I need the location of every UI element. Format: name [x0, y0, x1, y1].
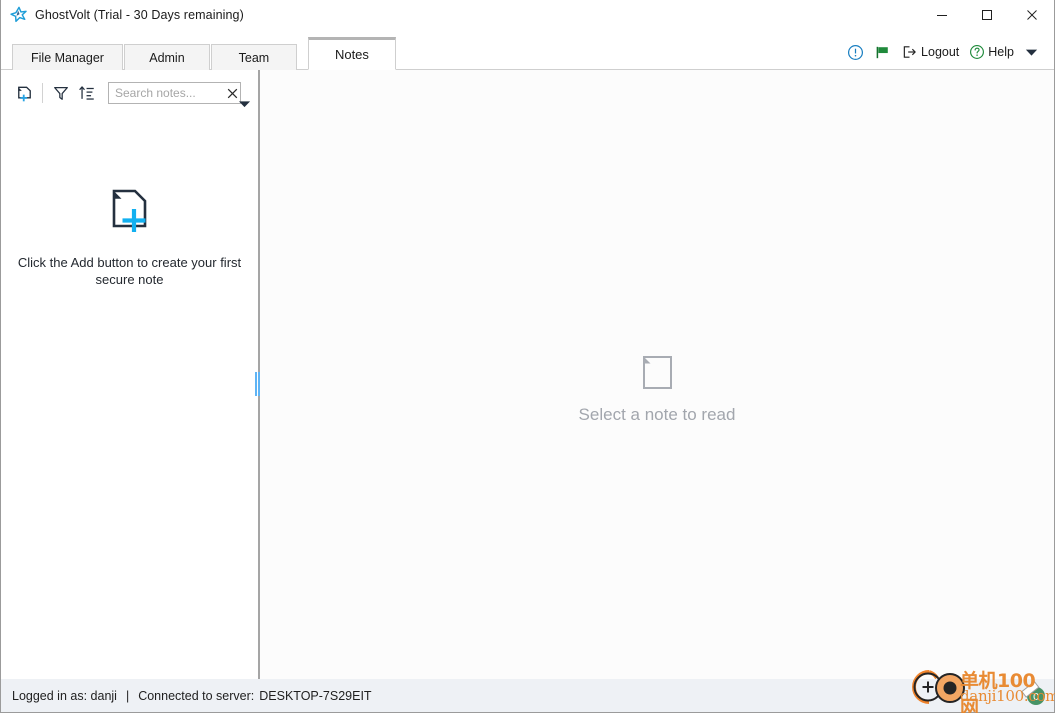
- help-button[interactable]: Help: [964, 42, 1019, 62]
- toolbar-divider: [42, 83, 43, 103]
- server-name: DESKTOP-7S29EIT: [259, 688, 372, 703]
- status-separator: |: [125, 688, 130, 703]
- svg-text:0: 0: [1033, 692, 1039, 703]
- reader-empty-state: Select a note to read: [260, 351, 1054, 425]
- notes-toolbar: [1, 70, 258, 116]
- sort-button[interactable]: [74, 80, 100, 106]
- filter-funnel-icon: [54, 86, 68, 100]
- window-controls: [919, 0, 1054, 29]
- note-page-icon: [643, 356, 672, 389]
- alert-button[interactable]: [842, 42, 869, 63]
- logout-button[interactable]: Logout: [896, 42, 964, 62]
- logout-icon: [903, 46, 916, 58]
- tab-file-manager[interactable]: File Manager: [12, 44, 123, 70]
- maximize-icon: [981, 9, 992, 20]
- help-circle-icon: [970, 45, 985, 59]
- alert-circle-icon: [848, 44, 864, 60]
- application-window: GhostVolt (Trial - 30 Days remaining) Fi…: [0, 0, 1055, 713]
- note-reader-panel: Select a note to read: [260, 70, 1054, 679]
- close-button[interactable]: [1009, 0, 1054, 29]
- sort-ascending-icon: [79, 86, 94, 100]
- tab-notes[interactable]: Notes: [307, 37, 396, 70]
- chevron-down-icon: [238, 101, 250, 108]
- logout-label: Logout: [921, 45, 960, 59]
- filter-button[interactable]: [48, 80, 74, 106]
- search-input[interactable]: [109, 86, 226, 100]
- header-overflow-button[interactable]: [1019, 44, 1044, 60]
- notes-empty-message: Click the Add button to create your firs…: [17, 255, 242, 287]
- close-icon: [1026, 9, 1037, 20]
- help-label: Help: [988, 45, 1014, 59]
- chevron-down-icon: [1025, 49, 1038, 56]
- tab-admin[interactable]: Admin: [123, 44, 210, 70]
- reader-empty-message: Select a note to read: [578, 405, 736, 424]
- tab-team[interactable]: Team: [210, 44, 297, 70]
- notes-sidebar: Click the Add button to create your firs…: [1, 70, 258, 679]
- search-box[interactable]: [108, 82, 241, 104]
- add-note-button[interactable]: [11, 80, 37, 106]
- content-area: Click the Add button to create your firs…: [1, 70, 1054, 679]
- title-bar: GhostVolt (Trial - 30 Days remaining): [1, 0, 1054, 29]
- minimize-icon: [936, 14, 947, 16]
- minimize-button[interactable]: [919, 0, 964, 29]
- window-title: GhostVolt (Trial - 30 Days remaining): [35, 7, 244, 22]
- add-note-icon: [17, 86, 31, 101]
- maximize-button[interactable]: [964, 0, 1009, 29]
- tab-strip: File Manager Admin Team Notes Logout Hel…: [1, 29, 1054, 70]
- grip-bar: [255, 372, 257, 396]
- flag-button[interactable]: [869, 42, 896, 63]
- header-toolbar: Logout Help: [842, 40, 1044, 64]
- status-bar: Logged in as: danji | Connected to serve…: [1, 670, 1055, 713]
- watermark-text-en: danji100.com: [960, 687, 1055, 705]
- add-note-large-icon: [112, 189, 146, 232]
- logged-in-status: Logged in as: danji: [12, 688, 117, 703]
- flag-icon: [876, 46, 888, 58]
- ghostvolt-star-icon: [10, 6, 27, 22]
- server-label: Connected to server:: [138, 688, 255, 703]
- sidebar-overflow-button[interactable]: [237, 97, 251, 111]
- notes-empty-state: Click the Add button to create your firs…: [1, 116, 258, 679]
